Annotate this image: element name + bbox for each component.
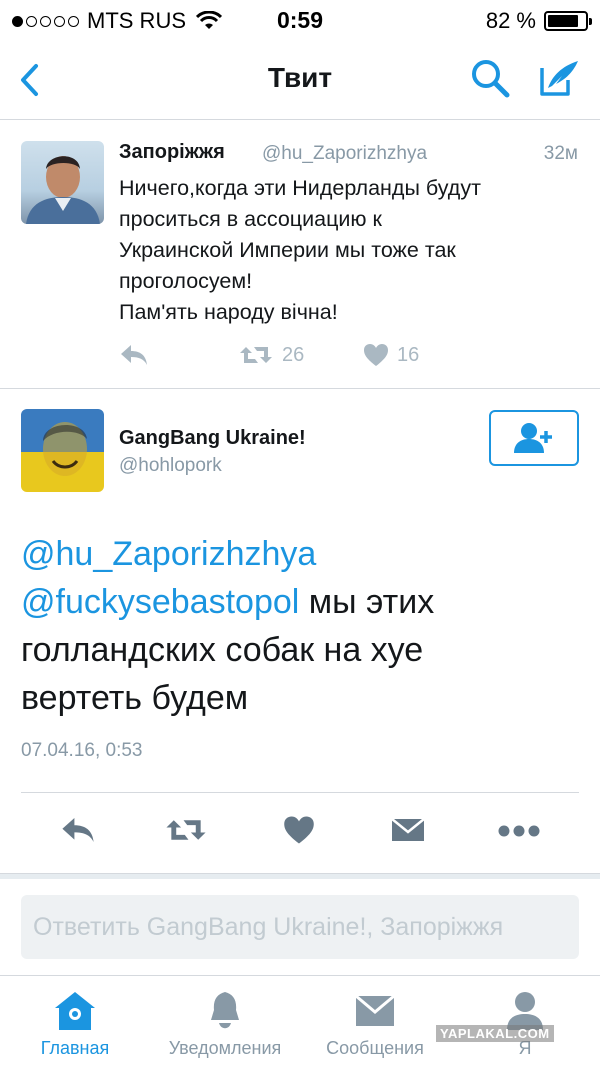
tweet-text-line: проситься в ассоциацию к (119, 207, 382, 231)
page-title: Твит (267, 62, 333, 93)
tweet-author-handle[interactable]: @hohlopork (119, 455, 222, 477)
direct-message-icon[interactable] (390, 815, 426, 845)
reply-icon (121, 345, 147, 365)
tweet-text-line: вертеть будем (21, 679, 249, 717)
status-right: 82 % (485, 8, 592, 34)
tweet-author-handle[interactable]: @hu_Zaporizhzhya (262, 143, 427, 165)
retweet-count: 26 (282, 343, 305, 366)
tab-notifications[interactable]: Уведомления (152, 976, 298, 1065)
section-divider (0, 873, 600, 879)
status-bar: MTS RUS 0:59 82 % (0, 0, 600, 40)
tweet-text-line: Пам'ять народу вічна! (119, 300, 338, 324)
follow-button[interactable] (489, 410, 579, 466)
compose-tweet-icon[interactable] (538, 58, 582, 98)
tab-home[interactable]: Главная (20, 976, 130, 1065)
search-icon[interactable] (470, 58, 510, 98)
nav-bar: Твит (0, 40, 600, 120)
tweet-actions: 26 16 (0, 343, 600, 373)
tab-messages[interactable]: Сообщения (312, 976, 438, 1065)
avatar-portrait-icon (43, 422, 87, 476)
tweet-text: @hu_Zaporizhzhya @fuckysebastopol мы эти… (21, 530, 581, 722)
tab-me[interactable]: Я (490, 976, 560, 1065)
reply-icon[interactable] (60, 815, 96, 845)
watermark: YAPLAKAL.COM (436, 1025, 554, 1042)
reply-button[interactable] (119, 343, 149, 367)
tweet-text: Ничего,когда эти Нидерланды будут просит… (119, 173, 579, 328)
like-count: 16 (397, 343, 420, 366)
avatar[interactable] (21, 141, 104, 224)
more-icon[interactable] (498, 825, 540, 837)
add-user-icon (514, 423, 552, 453)
envelope-icon (355, 994, 395, 1026)
parent-tweet[interactable]: Запоріжжя @hu_Zaporizhzhya 32м Ничего,ко… (0, 121, 600, 389)
tab-label: Уведомления (168, 1038, 282, 1058)
tweet-author-name[interactable]: Запоріжжя (119, 141, 225, 164)
heart-icon (364, 344, 388, 366)
mention-link[interactable]: @fuckysebastopol (21, 583, 299, 621)
retweet-icon (240, 347, 272, 363)
like-button[interactable]: 16 (363, 343, 419, 367)
tweet-text-line: Украинской Империи мы тоже так (119, 238, 456, 262)
reply-input[interactable] (21, 895, 579, 959)
reply-box[interactable] (21, 895, 579, 959)
tweet-author-name[interactable]: GangBang Ukraine! (119, 427, 306, 450)
retweet-button[interactable]: 26 (238, 343, 304, 367)
heart-icon[interactable] (283, 815, 315, 845)
battery-icon (544, 11, 592, 31)
main-tweet: GangBang Ukraine! @hohlopork @hu_Zaporiz… (0, 390, 600, 790)
tweet-text-line: Ничего,когда эти Нидерланды будут (119, 176, 481, 200)
retweet-icon[interactable] (164, 815, 208, 845)
battery-percent: 82 % (485, 8, 536, 33)
tweet-text-line: голландских собак на хуе (21, 631, 424, 669)
tweet-text-line: проголосуем! (119, 269, 253, 293)
tweet-actions (0, 793, 600, 873)
home-icon (55, 992, 95, 1030)
tweet-timestamp: 07.04.16, 0:53 (21, 740, 143, 761)
tweet-text-segment: мы этих (299, 583, 435, 621)
avatar-portrait-icon (26, 156, 100, 224)
mention-link[interactable]: @hu_Zaporizhzhya (21, 535, 316, 573)
tab-label: Сообщения (326, 1038, 424, 1058)
tab-bar: Главная Уведомления Сообщения Я (0, 975, 600, 1065)
tweet-time: 32м (543, 143, 578, 164)
avatar[interactable] (21, 409, 104, 492)
bell-icon (211, 992, 239, 1029)
tab-label: Главная (40, 1038, 110, 1058)
